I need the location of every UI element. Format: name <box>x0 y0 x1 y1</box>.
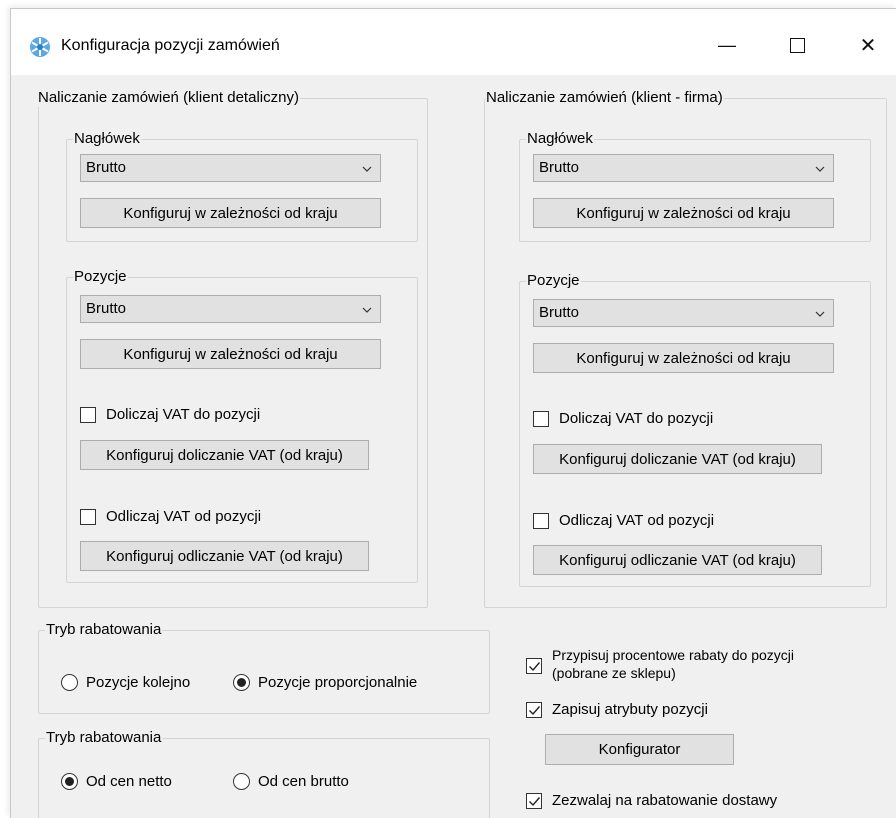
chevron-down-icon <box>362 166 372 172</box>
checkbox-box[interactable] <box>80 509 96 525</box>
button-label: Konfiguruj odliczanie VAT (od kraju) <box>106 547 343 565</box>
retail-header-combo[interactable]: Brutto <box>80 154 381 182</box>
positions-legend: Pozycje <box>526 272 581 290</box>
checkbox-box[interactable] <box>80 407 96 423</box>
company-sub-vat-checkbox[interactable]: Odliczaj VAT od pozycji <box>533 512 714 530</box>
checkbox-box[interactable] <box>526 658 542 674</box>
group-discount-mode-positions: Tryb rabatowania Pozycje kolejno Pozycje… <box>38 621 490 714</box>
company-add-vat-config-button[interactable]: Konfiguruj doliczanie VAT (od kraju) <box>533 444 822 474</box>
radio-label: Od cen brutto <box>258 773 349 790</box>
radio-positions-sequential[interactable]: Pozycje kolejno <box>61 674 190 691</box>
checkbox-label-line1: Przypisuj procentowe rabaty do pozycji <box>552 647 795 663</box>
checkbox-label: Doliczaj VAT do pozycji <box>106 406 261 423</box>
checkbox-box[interactable] <box>526 702 542 718</box>
combo-value: Brutto <box>539 159 580 176</box>
radio-label: Pozycje kolejno <box>86 674 191 691</box>
save-attributes-checkbox[interactable]: Zapisuj atrybuty pozycji <box>526 701 708 719</box>
button-label: Konfiguruj w zależności od kraju <box>123 204 338 222</box>
retail-positions-country-config-button[interactable]: Konfiguruj w zależności od kraju <box>80 339 381 369</box>
company-sub-vat-config-button[interactable]: Konfiguruj odliczanie VAT (od kraju) <box>533 545 822 575</box>
radio-positions-proportional[interactable]: Pozycje proporcjonalnie <box>233 674 417 691</box>
discount-mode-legend: Tryb rabatowania <box>45 621 163 639</box>
checkbox-label: Odliczaj VAT od pozycji <box>559 512 715 529</box>
group-company-orders: Naliczanie zamówień (klient - firma) Nag… <box>484 89 887 608</box>
window-title: Konfiguracja pozycji zamówień <box>61 37 280 54</box>
checkbox-label-line2: (pobrane ze sklepu) <box>552 665 676 681</box>
allow-shipping-discount-checkbox[interactable]: Zezwalaj na rabatowanie dostawy <box>526 792 777 810</box>
radio-circle[interactable] <box>233 773 250 790</box>
checkbox-label-block: Przypisuj procentowe rabaty do pozycji (… <box>552 646 794 682</box>
close-button[interactable]: ✕ <box>845 27 891 63</box>
chevron-down-icon <box>815 166 825 172</box>
checkbox-box[interactable] <box>533 513 549 529</box>
retail-add-vat-checkbox[interactable]: Doliczaj VAT do pozycji <box>80 406 260 424</box>
button-label: Konfiguruj doliczanie VAT (od kraju) <box>559 450 796 468</box>
combo-value: Brutto <box>86 300 127 317</box>
group-company-legend: Naliczanie zamówień (klient - firma) <box>485 89 724 107</box>
app-snowflake-icon <box>30 37 50 57</box>
maximize-button[interactable] <box>774 27 820 63</box>
close-icon: ✕ <box>859 34 877 57</box>
company-add-vat-checkbox[interactable]: Doliczaj VAT do pozycji <box>533 410 713 428</box>
button-label: Konfiguruj odliczanie VAT (od kraju) <box>559 551 796 569</box>
company-positions-country-config-button[interactable]: Konfiguruj w zależności od kraju <box>533 343 834 373</box>
radio-circle[interactable] <box>61 674 78 691</box>
company-positions-combo[interactable]: Brutto <box>533 299 834 327</box>
assign-discounts-checkbox[interactable]: Przypisuj procentowe rabaty do pozycji (… <box>526 646 794 682</box>
button-label: Konfiguruj w zależności od kraju <box>123 345 338 363</box>
radio-selected-dot <box>65 777 74 786</box>
retail-add-vat-config-button[interactable]: Konfiguruj doliczanie VAT (od kraju) <box>80 440 369 470</box>
group-retail-legend: Naliczanie zamówień (klient detaliczny) <box>37 89 300 107</box>
discount-mode-legend: Tryb rabatowania <box>45 729 163 747</box>
positions-legend: Pozycje <box>73 268 128 286</box>
checkbox-box[interactable] <box>526 793 542 809</box>
retail-positions-combo[interactable]: Brutto <box>80 295 381 323</box>
radio-label: Pozycje proporcjonalnie <box>258 674 418 691</box>
checkmark-icon <box>529 706 541 716</box>
minimize-button[interactable]: — <box>704 27 750 63</box>
group-company-header: Nagłówek Brutto Konfiguruj w zależności … <box>519 130 871 242</box>
checkbox-label: Zapisuj atrybuty pozycji <box>552 701 708 718</box>
radio-label: Od cen netto <box>86 773 172 790</box>
header-legend: Nagłówek <box>526 130 594 148</box>
minimize-icon: — <box>718 34 736 55</box>
radio-circle[interactable] <box>233 674 250 691</box>
retail-header-country-config-button[interactable]: Konfiguruj w zależności od kraju <box>80 198 381 228</box>
checkbox-label: Doliczaj VAT do pozycji <box>559 410 714 427</box>
group-company-positions: Pozycje Brutto Konfiguruj w zależności o… <box>519 272 871 587</box>
retail-sub-vat-checkbox[interactable]: Odliczaj VAT od pozycji <box>80 508 261 526</box>
radio-gross-prices[interactable]: Od cen brutto <box>233 773 349 790</box>
radio-net-prices[interactable]: Od cen netto <box>61 773 172 790</box>
chevron-down-icon <box>362 307 372 313</box>
checkbox-label: Zezwalaj na rabatowanie dostawy <box>552 792 778 809</box>
group-retail-positions: Pozycje Brutto Konfiguruj w zależności o… <box>66 268 418 583</box>
title-bar[interactable]: Konfiguracja pozycji zamówień — ✕ <box>11 9 896 75</box>
button-label: Konfiguruj doliczanie VAT (od kraju) <box>106 446 343 464</box>
button-label: Konfiguruj w zależności od kraju <box>576 204 791 222</box>
maximize-icon <box>789 37 805 53</box>
group-retail-header: Nagłówek Brutto Konfiguruj w zależności … <box>66 130 418 242</box>
chevron-down-icon <box>815 311 825 317</box>
header-legend: Nagłówek <box>73 130 141 148</box>
config-window: Konfiguracja pozycji zamówień — ✕ Nalicz… <box>10 8 896 818</box>
button-label: Konfiguruj w zależności od kraju <box>576 349 791 367</box>
checkmark-icon <box>529 662 541 672</box>
radio-selected-dot <box>237 678 246 687</box>
radio-circle[interactable] <box>61 773 78 790</box>
button-label: Konfigurator <box>598 741 681 758</box>
company-header-country-config-button[interactable]: Konfiguruj w zależności od kraju <box>533 198 834 228</box>
company-header-combo[interactable]: Brutto <box>533 154 834 182</box>
combo-value: Brutto <box>86 159 127 176</box>
checkbox-label: Odliczaj VAT od pozycji <box>106 508 262 525</box>
checkbox-box[interactable] <box>533 411 549 427</box>
group-retail-orders: Naliczanie zamówień (klient detaliczny) … <box>37 89 428 608</box>
retail-sub-vat-config-button[interactable]: Konfiguruj odliczanie VAT (od kraju) <box>80 541 369 571</box>
checkmark-icon <box>529 797 541 807</box>
group-discount-mode-prices: Tryb rabatowania Od cen netto Od cen bru… <box>38 729 490 818</box>
configurator-button[interactable]: Konfigurator <box>545 734 734 765</box>
combo-value: Brutto <box>539 304 580 321</box>
